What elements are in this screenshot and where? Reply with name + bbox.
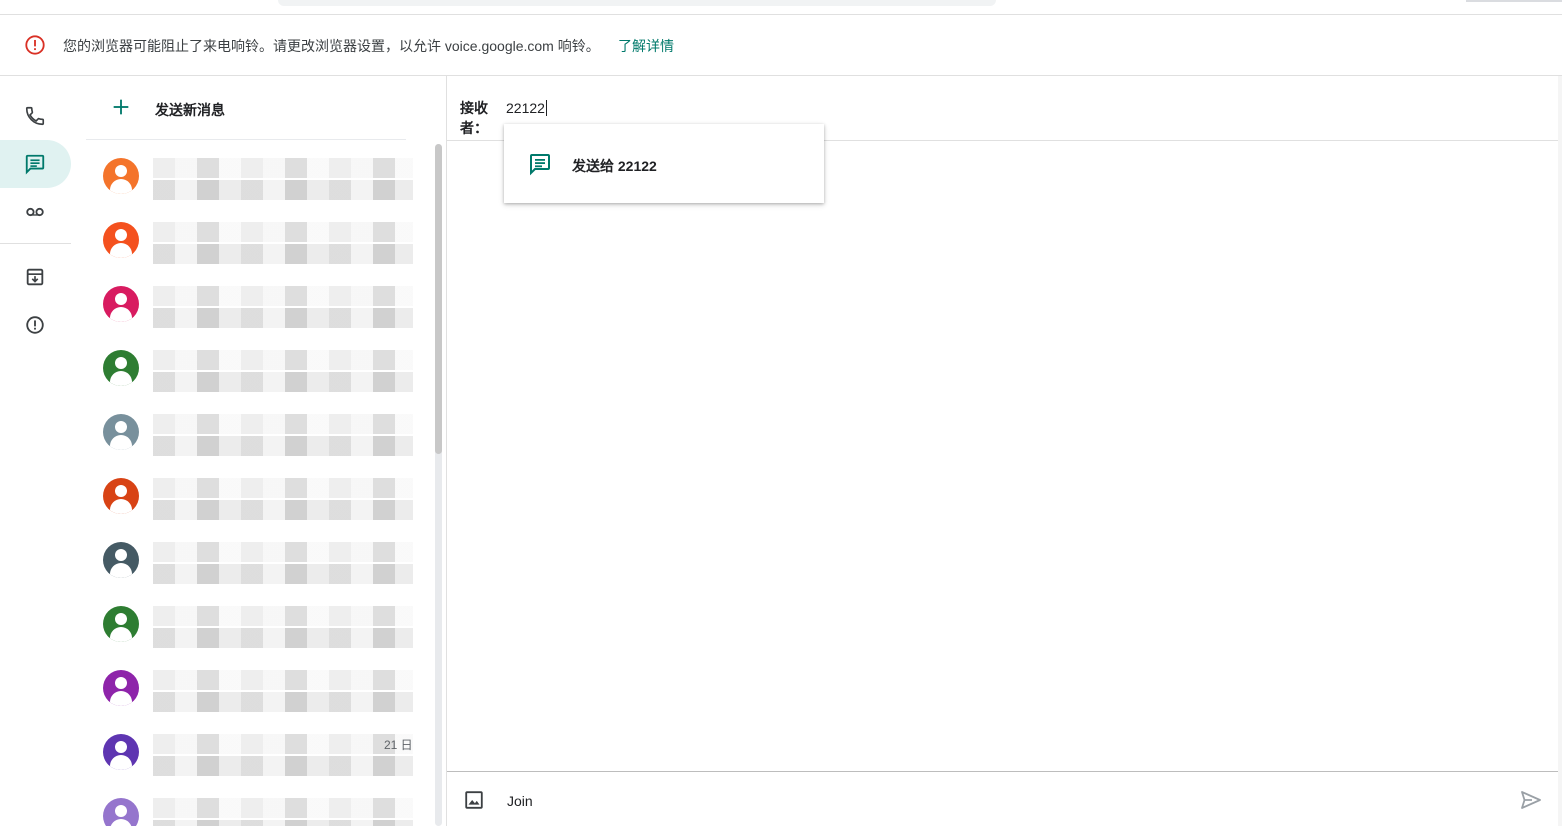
message-icon: [25, 154, 45, 175]
avatar: [103, 286, 139, 322]
redacted-message-preview: [153, 628, 413, 648]
redacted-message-preview: [153, 500, 413, 520]
browser-top-strip: [0, 0, 1562, 15]
conversation-row[interactable]: [86, 336, 426, 400]
spam-icon: [26, 316, 44, 334]
avatar: [103, 670, 139, 706]
redacted-message-preview: [153, 756, 413, 776]
left-nav-rail: [0, 76, 86, 826]
redacted-message-preview: [153, 372, 413, 392]
conversation-row[interactable]: [86, 528, 426, 592]
recipient-label: 接收者：: [460, 100, 488, 136]
avatar: [103, 606, 139, 642]
redacted-contact-name: [153, 286, 413, 306]
redacted-contact-name: [153, 350, 413, 370]
banner-message: 您的浏览器可能阻止了来电响铃。请更改浏览器设置，以允许 voice.google…: [63, 38, 600, 54]
avatar: [103, 414, 139, 450]
redacted-message-preview: [153, 820, 413, 826]
redacted-message-preview: [153, 436, 413, 456]
list-scrollbar-thumb[interactable]: [435, 144, 442, 454]
phone-icon: [25, 106, 45, 126]
redacted-contact-name: [153, 478, 413, 498]
archive-icon: [26, 268, 44, 286]
nav-voicemail[interactable]: [0, 188, 71, 236]
avatar: [103, 542, 139, 578]
list-scrollbar[interactable]: [435, 144, 442, 826]
recipient-input[interactable]: 22122: [506, 100, 547, 116]
avatar: [103, 350, 139, 386]
avatar: [103, 478, 139, 514]
new-message-button[interactable]: 发送新消息: [86, 76, 406, 140]
redacted-contact-name: [153, 606, 413, 626]
ringer-warning-banner: 您的浏览器可能阻止了来电响铃。请更改浏览器设置，以允许 voice.google…: [0, 15, 1562, 76]
voicemail-icon: [26, 207, 44, 217]
redacted-message-preview: [153, 308, 413, 328]
redacted-message-preview: [153, 564, 413, 584]
redacted-message-preview: [153, 692, 413, 712]
rail-divider: [0, 243, 71, 244]
redacted-contact-name: [153, 542, 413, 562]
conversation-row[interactable]: [86, 208, 426, 272]
new-message-label: 发送新消息: [155, 102, 225, 118]
message-input[interactable]: Join: [507, 793, 533, 809]
top-search-bar[interactable]: [278, 0, 996, 6]
message-composer: Join: [447, 771, 1558, 826]
send-to-suggestion[interactable]: 发送给 22122: [504, 124, 824, 203]
conversation-row[interactable]: [86, 784, 426, 826]
conversation-row[interactable]: 21 日: [86, 720, 426, 784]
top-right-control: [1466, 0, 1562, 2]
avatar: [103, 158, 139, 194]
redacted-contact-name: [153, 798, 413, 818]
redacted-message-preview: [153, 244, 413, 264]
conversation-list: 发送新消息 21 日: [86, 76, 447, 826]
conversation-row[interactable]: [86, 272, 426, 336]
suggestion-label: 发送给 22122: [572, 158, 657, 174]
right-edge-panel: [1558, 76, 1562, 826]
conversation-row[interactable]: [86, 400, 426, 464]
conversation-row[interactable]: [86, 464, 426, 528]
avatar: [103, 798, 139, 826]
redacted-contact-name: [153, 670, 413, 690]
image-icon[interactable]: [463, 789, 485, 811]
redacted-contact-name: [153, 414, 413, 434]
warning-icon: [25, 35, 45, 55]
redacted-contact-name: [153, 222, 413, 242]
redacted-message-preview: [153, 180, 413, 200]
conversation-row[interactable]: [86, 656, 426, 720]
nav-spam[interactable]: [0, 301, 71, 349]
nav-calls[interactable]: [0, 92, 71, 140]
learn-more-link[interactable]: 了解详情: [618, 36, 674, 56]
nav-archive[interactable]: [0, 253, 71, 301]
compose-panel: 接收者： 22122 发送给 22122 Join: [447, 76, 1562, 826]
plus-icon: [113, 99, 129, 115]
send-icon[interactable]: [1519, 788, 1543, 812]
redacted-contact-name: [153, 158, 413, 178]
conversation-row[interactable]: [86, 592, 426, 656]
conversation-date: 21 日: [384, 738, 413, 752]
avatar: [103, 734, 139, 770]
redacted-contact-name: [153, 734, 413, 754]
avatar: [103, 222, 139, 258]
message-icon: [530, 154, 550, 176]
conversation-row[interactable]: [86, 144, 426, 208]
nav-messages[interactable]: [0, 140, 71, 188]
